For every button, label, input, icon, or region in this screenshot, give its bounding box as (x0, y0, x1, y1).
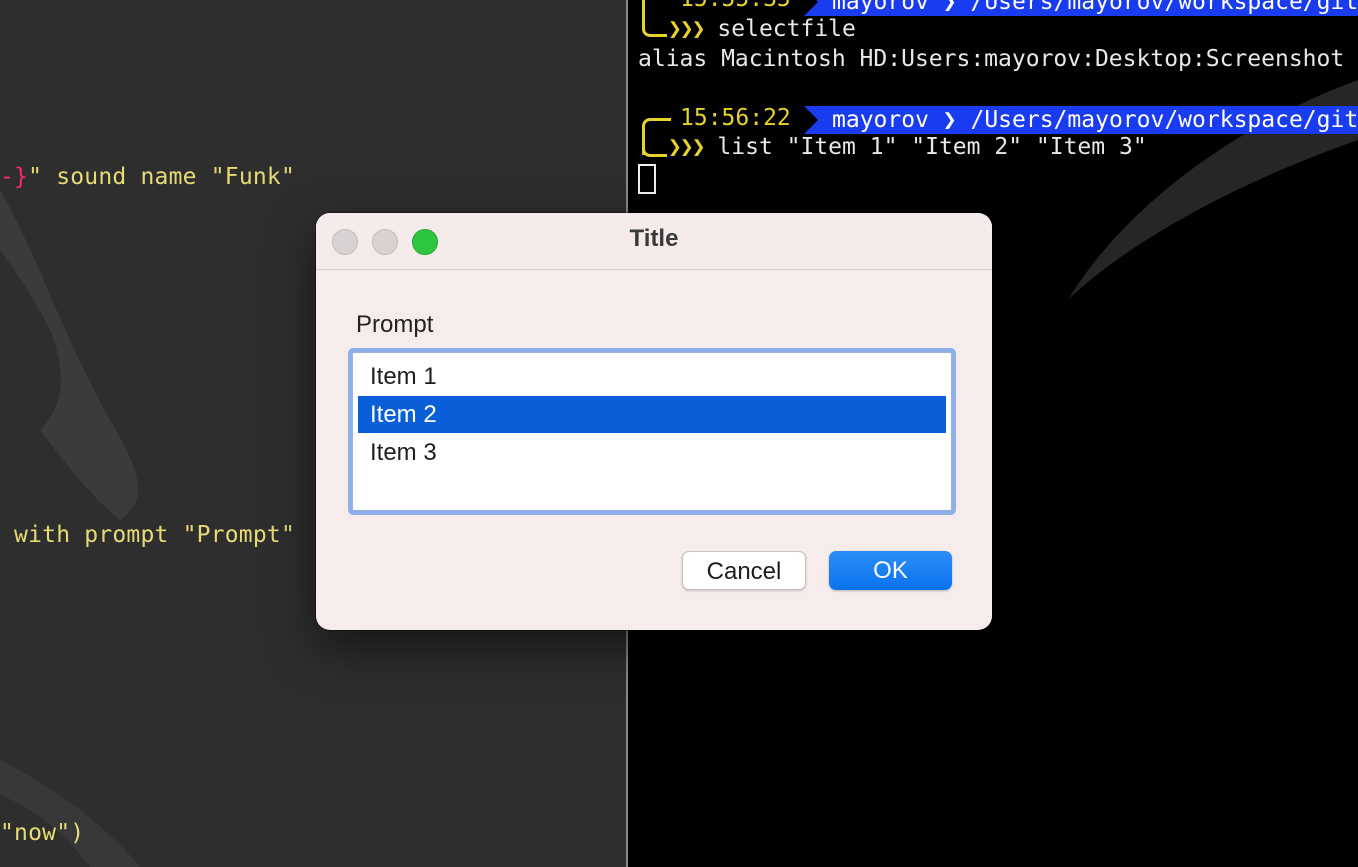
prompt-label: Prompt (356, 311, 434, 338)
prompt-time: 15:56:22 (680, 105, 791, 131)
cancel-button[interactable]: Cancel (682, 551, 806, 590)
terminal-command-line: ❯❯❯ selectfile (668, 16, 856, 42)
item-list[interactable]: Item 1 Item 2 Item 3 (352, 352, 952, 511)
prompt-time: 15:55:35 (680, 0, 791, 12)
list-item[interactable]: Item 3 (358, 434, 946, 471)
dialog-title: Title (629, 225, 679, 252)
terminal-cursor (638, 164, 656, 194)
code-line-with-prompt: with prompt "Prompt" (0, 522, 295, 548)
prompt-bracket-bottom (642, 20, 667, 37)
prompt-path-bar: mayorov ❯ /Users/mayorov/workspace/git (804, 0, 1358, 16)
prompt-path-bar: mayorov ❯ /Users/mayorov/workspace/git (804, 106, 1358, 134)
choose-from-list-dialog: Title Prompt Item 1 Item 2 Item 3 Cancel… (316, 213, 992, 630)
dialog-titlebar[interactable]: Title (316, 213, 992, 270)
list-item-selected[interactable]: Item 2 (358, 396, 946, 433)
code-line-now: "now") (0, 820, 85, 846)
ok-button[interactable]: OK (829, 551, 952, 590)
terminal-command-line: ❯❯❯ list "Item 1" "Item 2" "Item 3" (668, 134, 1147, 160)
list-item[interactable]: Item 1 (358, 358, 946, 395)
prompt-bracket-bottom (642, 140, 667, 157)
terminal-output-line: alias Macintosh HD:Users:mayorov:Desktop… (638, 46, 1345, 72)
code-line-sound-name: -}" sound name "Funk" (0, 164, 296, 190)
